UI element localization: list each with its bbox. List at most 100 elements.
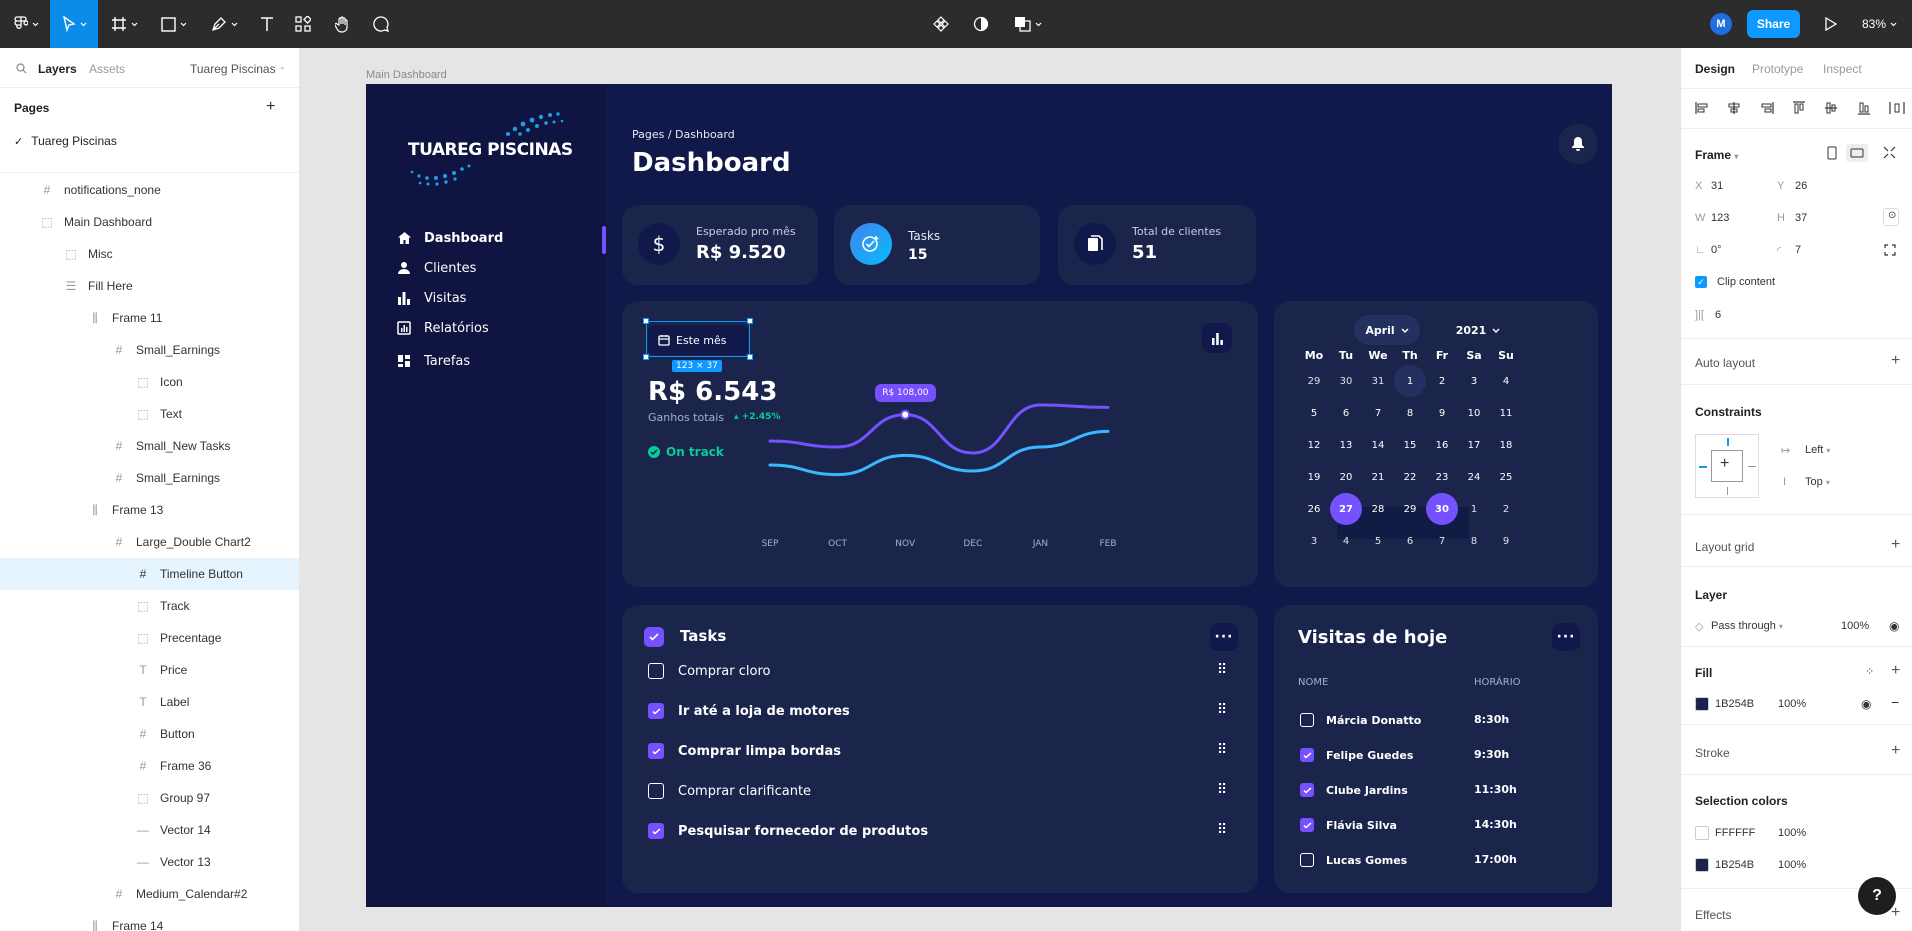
calendar-day[interactable]: 21: [1362, 461, 1394, 493]
frame-dropdown[interactable]: Frame ▾: [1695, 148, 1738, 162]
notifications-button[interactable]: [1558, 124, 1598, 164]
layer-row[interactable]: ☰ Fill Here: [0, 270, 299, 302]
drag-handle-icon[interactable]: ⠿: [1217, 822, 1227, 838]
calendar-day[interactable]: 31: [1362, 365, 1394, 397]
shape-tool-button[interactable]: [154, 0, 194, 48]
y-input[interactable]: 26: [1795, 180, 1807, 192]
breadcrumb[interactable]: Pages / Dashboard: [632, 128, 735, 141]
fill-hex-input[interactable]: 1B254B: [1715, 698, 1754, 710]
month-dropdown[interactable]: April: [1354, 315, 1420, 345]
resources-button[interactable]: [288, 0, 318, 48]
calendar-day[interactable]: 8: [1458, 525, 1490, 557]
layer-row[interactable]: ⬚ Icon: [0, 366, 299, 398]
calendar-day[interactable]: 25: [1490, 461, 1522, 493]
calendar-day[interactable]: 18: [1490, 429, 1522, 461]
task-item[interactable]: Pesquisar fornecedor de produtos: [648, 821, 928, 841]
eye-icon[interactable]: ◉: [1889, 619, 1899, 633]
calendar-day[interactable]: 2: [1490, 493, 1522, 525]
calendar-day[interactable]: 7: [1426, 525, 1458, 557]
constraint-bottom-bar[interactable]: [1727, 487, 1728, 495]
add-fill-button[interactable]: +: [1891, 662, 1900, 680]
calendar-day[interactable]: 6: [1330, 397, 1362, 429]
tab-design[interactable]: Design: [1695, 62, 1735, 76]
visit-checkbox[interactable]: [1300, 818, 1314, 832]
user-avatar[interactable]: M: [1710, 13, 1732, 35]
visit-row[interactable]: Felipe Guedes: [1300, 746, 1413, 764]
constraint-top-bar[interactable]: [1727, 438, 1729, 446]
calendar-day[interactable]: 5: [1362, 525, 1394, 557]
column-header-nome[interactable]: NOME: [1298, 677, 1328, 688]
h-input[interactable]: 37: [1795, 212, 1807, 224]
selection-color-hex[interactable]: FFFFFF: [1715, 827, 1755, 839]
components-button[interactable]: [928, 0, 954, 48]
nav-tarefas[interactable]: Tarefas: [396, 349, 470, 373]
calendar-day[interactable]: 23: [1426, 461, 1458, 493]
task-item[interactable]: Ir até a loja de motores: [648, 701, 850, 721]
align-center-h-icon[interactable]: [1727, 101, 1741, 115]
layer-opacity-input[interactable]: 100%: [1841, 620, 1869, 632]
add-auto-layout-button[interactable]: +: [1891, 352, 1900, 370]
clip-content-checkbox[interactable]: ✓ Clip content: [1695, 276, 1775, 288]
nav-relatorios[interactable]: Relatórios: [396, 316, 489, 340]
vertical-constraint-dropdown[interactable]: Top ▾: [1805, 476, 1830, 488]
visit-row[interactable]: Flávia Silva: [1300, 816, 1397, 834]
visit-checkbox[interactable]: [1300, 783, 1314, 797]
x-input[interactable]: 31: [1711, 180, 1723, 192]
remove-fill-icon[interactable]: −: [1891, 694, 1899, 710]
calendar-day[interactable]: 17: [1458, 429, 1490, 461]
calendar-day[interactable]: 6: [1394, 525, 1426, 557]
drag-handle-icon[interactable]: ⠿: [1217, 782, 1227, 798]
layer-row[interactable]: # Frame 36: [0, 750, 299, 782]
constraints-widget[interactable]: +: [1695, 434, 1759, 498]
calendar-day[interactable]: 27: [1330, 493, 1362, 525]
calendar-day[interactable]: 29: [1394, 493, 1426, 525]
selection-color-swatch[interactable]: [1695, 858, 1709, 872]
share-button[interactable]: Share: [1747, 10, 1800, 38]
portrait-icon[interactable]: [1827, 146, 1837, 160]
calendar-day[interactable]: 10: [1458, 397, 1490, 429]
visit-checkbox[interactable]: [1300, 853, 1314, 867]
resize-handle[interactable]: [643, 318, 649, 324]
fill-swatch[interactable]: [1695, 697, 1709, 711]
landscape-button[interactable]: [1846, 144, 1868, 162]
calendar-day[interactable]: 28: [1362, 493, 1394, 525]
calendar-day[interactable]: 9: [1426, 397, 1458, 429]
layer-row[interactable]: ⫼ Frame 13: [0, 494, 299, 526]
constrain-proportions-button[interactable]: ⊙: [1883, 208, 1899, 226]
data-point[interactable]: [900, 409, 911, 420]
boolean-button[interactable]: [1008, 0, 1048, 48]
calendar-day[interactable]: 20: [1330, 461, 1362, 493]
drag-handle-icon[interactable]: ⠿: [1217, 742, 1227, 758]
calendar-day[interactable]: 2: [1426, 365, 1458, 397]
corner-radius-input[interactable]: 7: [1795, 244, 1801, 256]
frame-label[interactable]: Main Dashboard: [366, 69, 447, 81]
selection-color-opacity[interactable]: 100%: [1778, 859, 1806, 871]
tab-assets[interactable]: Assets: [89, 62, 125, 76]
task-checkbox[interactable]: [648, 823, 664, 839]
calendar-day[interactable]: 3: [1458, 365, 1490, 397]
distribute-icon[interactable]: [1889, 101, 1905, 115]
column-header-horario[interactable]: HORÁRIO: [1474, 677, 1521, 688]
text-tool-button[interactable]: [252, 0, 282, 48]
layer-row[interactable]: # Large_Double Chart2: [0, 526, 299, 558]
blend-mode-dropdown[interactable]: Pass through ▾: [1711, 620, 1783, 632]
contrast-button[interactable]: [968, 0, 994, 48]
move-tool-button[interactable]: [50, 0, 98, 48]
calendar-day[interactable]: 14: [1362, 429, 1394, 461]
layer-row[interactable]: # Button: [0, 718, 299, 750]
layer-row[interactable]: ⬚ Text: [0, 398, 299, 430]
calendar-day[interactable]: 8: [1394, 397, 1426, 429]
task-item[interactable]: Comprar clarificante: [648, 781, 811, 801]
task-checkbox[interactable]: [648, 663, 664, 679]
nav-visitas[interactable]: Visitas: [396, 286, 466, 310]
add-page-button[interactable]: +: [266, 98, 275, 116]
main-dashboard-frame[interactable]: TUAREG PISCINAS Dashboard Clientes Visit…: [366, 84, 1612, 907]
add-stroke-button[interactable]: +: [1891, 742, 1900, 760]
layer-row[interactable]: # notifications_none: [0, 174, 299, 206]
independent-corners-icon[interactable]: [1884, 244, 1896, 256]
visit-checkbox[interactable]: [1300, 713, 1314, 727]
visit-row[interactable]: Clube Jardins: [1300, 781, 1408, 799]
present-button[interactable]: [1818, 0, 1844, 48]
calendar-day[interactable]: 30: [1426, 493, 1458, 525]
layer-row[interactable]: # Timeline Button: [0, 558, 299, 590]
